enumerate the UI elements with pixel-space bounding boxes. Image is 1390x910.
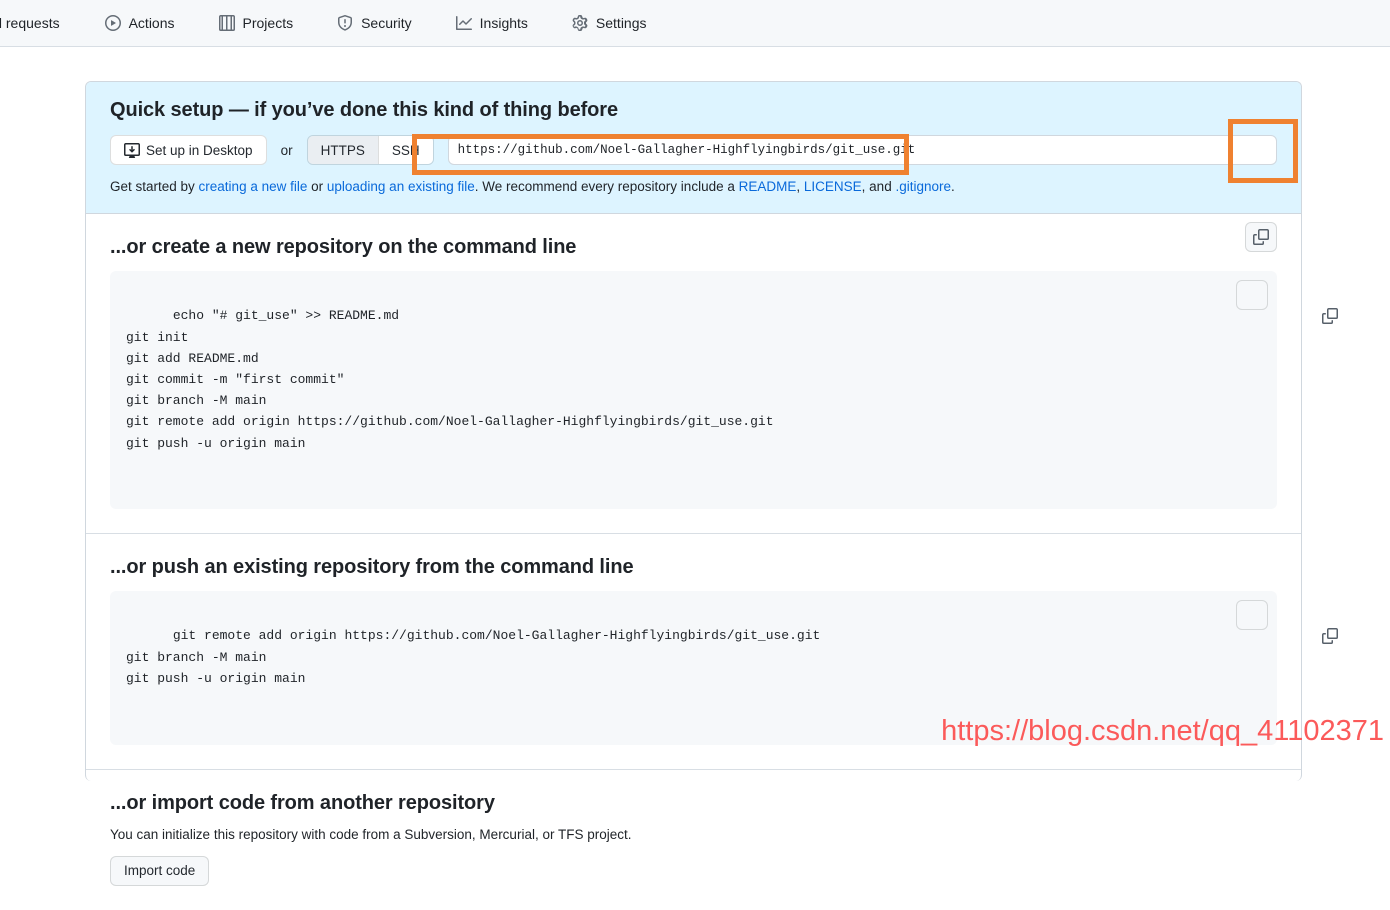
import-code-button[interactable]: Import code [110,856,209,886]
nav-item-pull-requests-label: ull requests [0,16,60,30]
set-up-in-desktop-label: Set up in Desktop [146,143,253,158]
nav-item-projects-label: Projects [243,16,294,30]
create-repo-title: ...or create a new repository on the com… [110,236,1277,259]
import-repo-title: ...or import code from another repositor… [110,792,1277,815]
create-repo-code: echo "# git_use" >> README.md git init g… [126,308,774,450]
clipboard-icon [1244,607,1260,623]
link-gitignore[interactable]: .gitignore [895,179,951,194]
get-started-note: Get started by creating a new file or up… [110,177,1277,197]
quick-setup-title: Quick setup — if you’ve done this kind o… [110,99,1277,122]
create-repo-section: ...or create a new repository on the com… [86,214,1301,534]
nav-item-actions-label: Actions [129,16,175,30]
nav-item-settings-label: Settings [596,16,647,30]
clone-url-wrap [448,135,1277,165]
protocol-ssh-button[interactable]: SSH [378,136,433,164]
nav-item-projects[interactable]: Projects [206,0,307,46]
note-text-mid2: . We recommend every repository include … [475,179,739,194]
link-readme[interactable]: README [739,179,797,194]
clone-url-input[interactable] [448,135,1277,165]
quick-setup-panel: Quick setup — if you’ve done this kind o… [86,82,1301,214]
nav-item-actions[interactable]: Actions [92,0,188,46]
nav-item-insights[interactable]: Insights [443,0,541,46]
desktop-download-icon [124,142,140,158]
note-text-mid1: or [307,179,327,194]
quick-setup-controls: Set up in Desktop or HTTPS SSH [110,135,1277,165]
nav-item-security-label: Security [361,16,412,30]
repo-setup-container: Quick setup — if you’ve done this kind o… [85,81,1302,781]
create-repo-code-block: echo "# git_use" >> README.md git init g… [110,271,1277,509]
nav-item-settings[interactable]: Settings [559,0,660,46]
protocol-toggle-group: HTTPS SSH [307,135,434,165]
protocol-https-button[interactable]: HTTPS [308,136,378,164]
note-sep1: , [796,179,804,194]
graph-icon [456,15,472,31]
link-creating-a-new-file[interactable]: creating a new file [199,179,308,194]
nav-item-insights-label: Insights [480,16,528,30]
import-repo-section: ...or import code from another repositor… [86,770,1301,910]
watermark-url: https://blog.csdn.net/qq_41102371 [941,715,1384,748]
nav-item-security[interactable]: Security [324,0,425,46]
link-uploading-an-existing-file[interactable]: uploading an existing file [327,179,475,194]
projects-table-icon [219,15,235,31]
note-text-mid3: , and [862,179,896,194]
import-repo-description: You can initialize this repository with … [110,827,1277,842]
copy-push-repo-code-button[interactable] [1236,600,1268,630]
push-repo-title: ...or push an existing repository from t… [110,556,1277,579]
push-repo-code: git remote add origin https://github.com… [126,628,820,685]
or-label: or [281,143,293,158]
nav-item-pull-requests[interactable]: ull requests [0,0,73,46]
repo-nav: ull requests Actions Projects Security I… [0,0,1390,47]
note-text-before: Get started by [110,179,199,194]
copy-create-repo-code-button[interactable] [1236,280,1268,310]
gear-icon [572,15,588,31]
clipboard-icon [1244,287,1260,303]
link-license[interactable]: LICENSE [804,179,862,194]
note-text-after: . [951,179,955,194]
set-up-in-desktop-button[interactable]: Set up in Desktop [110,135,267,165]
play-circle-icon [105,15,121,31]
shield-icon [337,15,353,31]
